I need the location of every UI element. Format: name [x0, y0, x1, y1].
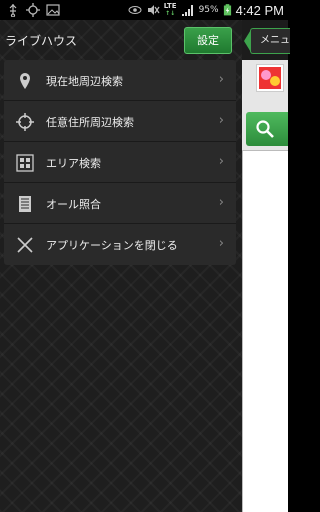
crosshair-icon: [16, 113, 34, 131]
chevron-right-icon: ›: [218, 195, 224, 210]
results-panel: [242, 150, 288, 512]
app-title: ライブハウス: [5, 34, 78, 48]
logo-icon: [259, 67, 281, 89]
battery-charging-icon: [223, 4, 231, 16]
battery-percent: 95%: [198, 5, 219, 15]
menu-item-label: オール照合: [46, 198, 101, 211]
drawer-menu: 現在地周辺検索 › 任意住所周辺検索 › エリア検索 › オール照合 › アプリ…: [4, 60, 236, 265]
app-logo: [256, 64, 284, 92]
main-header: メニュー: [242, 20, 290, 60]
signal-icon: [181, 5, 193, 16]
search-icon: [256, 120, 274, 138]
navigation-drawer: ライブハウス 設定 現在地周辺検索 › 任意住所周辺検索 › エリア検索 › オ…: [0, 20, 242, 512]
gallery-icon: [46, 4, 60, 16]
location-pin-icon: [20, 73, 30, 89]
gps-icon: [26, 3, 40, 17]
clock: 4:42 PM: [235, 2, 284, 18]
drawer-header: ライブハウス 設定: [0, 20, 242, 60]
chevron-right-icon: ›: [218, 113, 224, 128]
menu-item-area-search[interactable]: エリア検索 ›: [4, 142, 236, 183]
settings-button[interactable]: 設定: [184, 27, 232, 54]
chevron-right-icon: ›: [218, 72, 224, 87]
eye-icon: [128, 6, 142, 14]
menu-item-label: 任意住所周辺検索: [46, 116, 134, 129]
document-icon: [19, 196, 31, 212]
close-icon: [17, 237, 33, 253]
grid-icon: [16, 154, 34, 172]
mute-icon: [147, 5, 160, 15]
menu-item-all-match[interactable]: オール照合 ›: [4, 183, 236, 224]
menu-button[interactable]: メニュー: [250, 28, 290, 54]
status-bar: LTE ↑↓ 95% 4:42 PM: [0, 0, 288, 20]
menu-item-current-location-search[interactable]: 現在地周辺検索 ›: [4, 60, 236, 101]
menu-item-label: 現在地周辺検索: [46, 75, 123, 88]
main-content-peek: メニュー: [242, 20, 290, 512]
menu-item-address-search[interactable]: 任意住所周辺検索 ›: [4, 101, 236, 142]
network-indicator: LTE ↑↓: [163, 2, 177, 18]
menu-item-label: アプリケーションを閉じる: [46, 239, 178, 252]
chevron-right-icon: ›: [218, 236, 224, 251]
search-button[interactable]: [246, 112, 288, 146]
usb-icon: [9, 4, 17, 17]
menu-item-label: エリア検索: [46, 157, 101, 170]
menu-item-close-app[interactable]: アプリケーションを閉じる ›: [4, 224, 236, 265]
chevron-right-icon: ›: [218, 154, 224, 169]
